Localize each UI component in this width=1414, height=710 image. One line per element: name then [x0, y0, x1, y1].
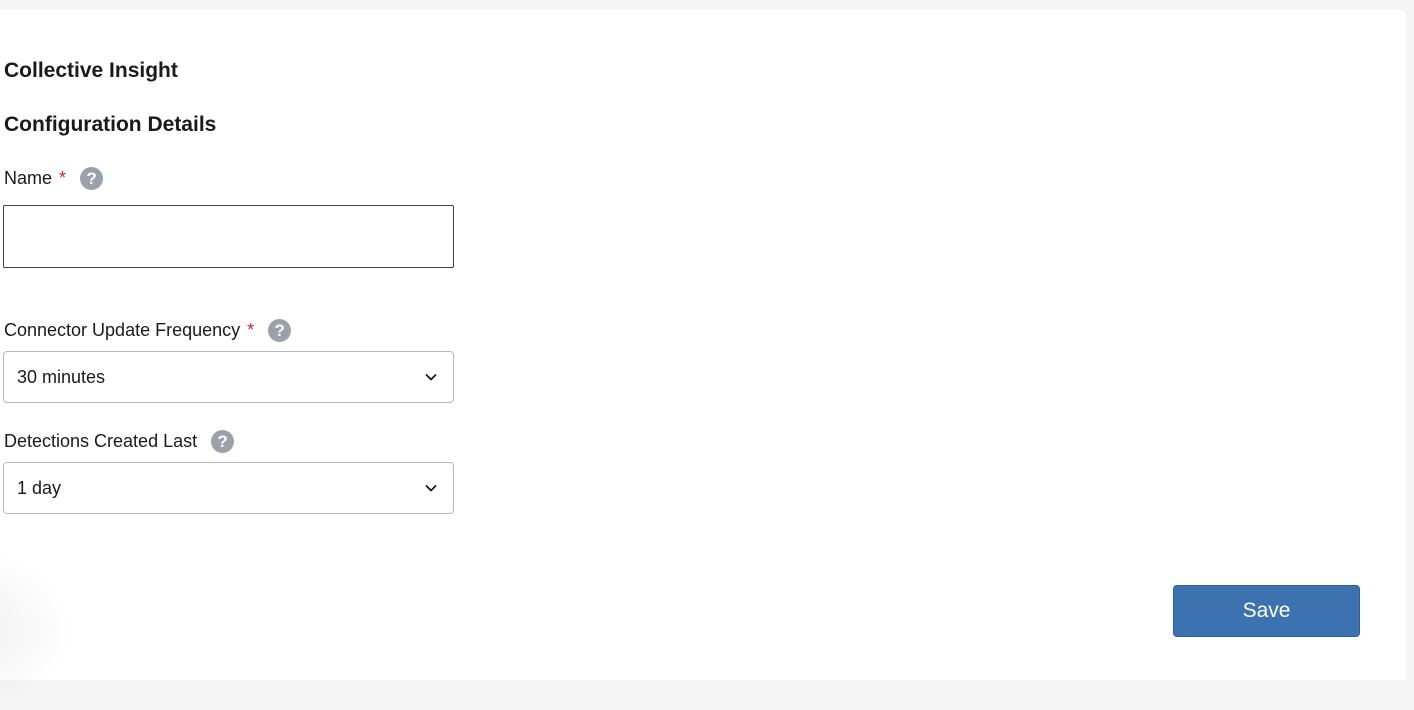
- required-marker: *: [247, 320, 255, 340]
- help-icon[interactable]: ?: [80, 166, 104, 190]
- help-icon[interactable]: ?: [268, 318, 292, 342]
- required-marker: *: [59, 168, 67, 188]
- name-input[interactable]: [3, 205, 454, 268]
- detections-label-row: Detections Created Last ?: [4, 429, 235, 453]
- detections-created-last-select[interactable]: 1 day: [3, 462, 454, 514]
- detections-created-last-value: 1 day: [17, 477, 62, 498]
- name-label-row: Name * ?: [4, 166, 104, 190]
- save-button[interactable]: Save: [1173, 585, 1360, 637]
- update-frequency-label: Connector Update Frequency: [4, 320, 241, 340]
- section-title: Configuration Details: [4, 113, 217, 136]
- update-frequency-value: 30 minutes: [17, 366, 106, 387]
- update-frequency-label-row: Connector Update Frequency * ?: [4, 318, 292, 342]
- app-title: Collective Insight: [4, 59, 178, 82]
- update-frequency-select[interactable]: 30 minutes: [3, 351, 454, 403]
- name-label: Name: [4, 168, 53, 188]
- detections-created-last-label: Detections Created Last: [4, 431, 198, 451]
- chevron-down-icon: [425, 374, 437, 381]
- chevron-down-icon: [425, 485, 437, 492]
- help-icon[interactable]: ?: [211, 429, 235, 453]
- form-panel: [0, 10, 1406, 710]
- edge-shadow: [0, 550, 70, 710]
